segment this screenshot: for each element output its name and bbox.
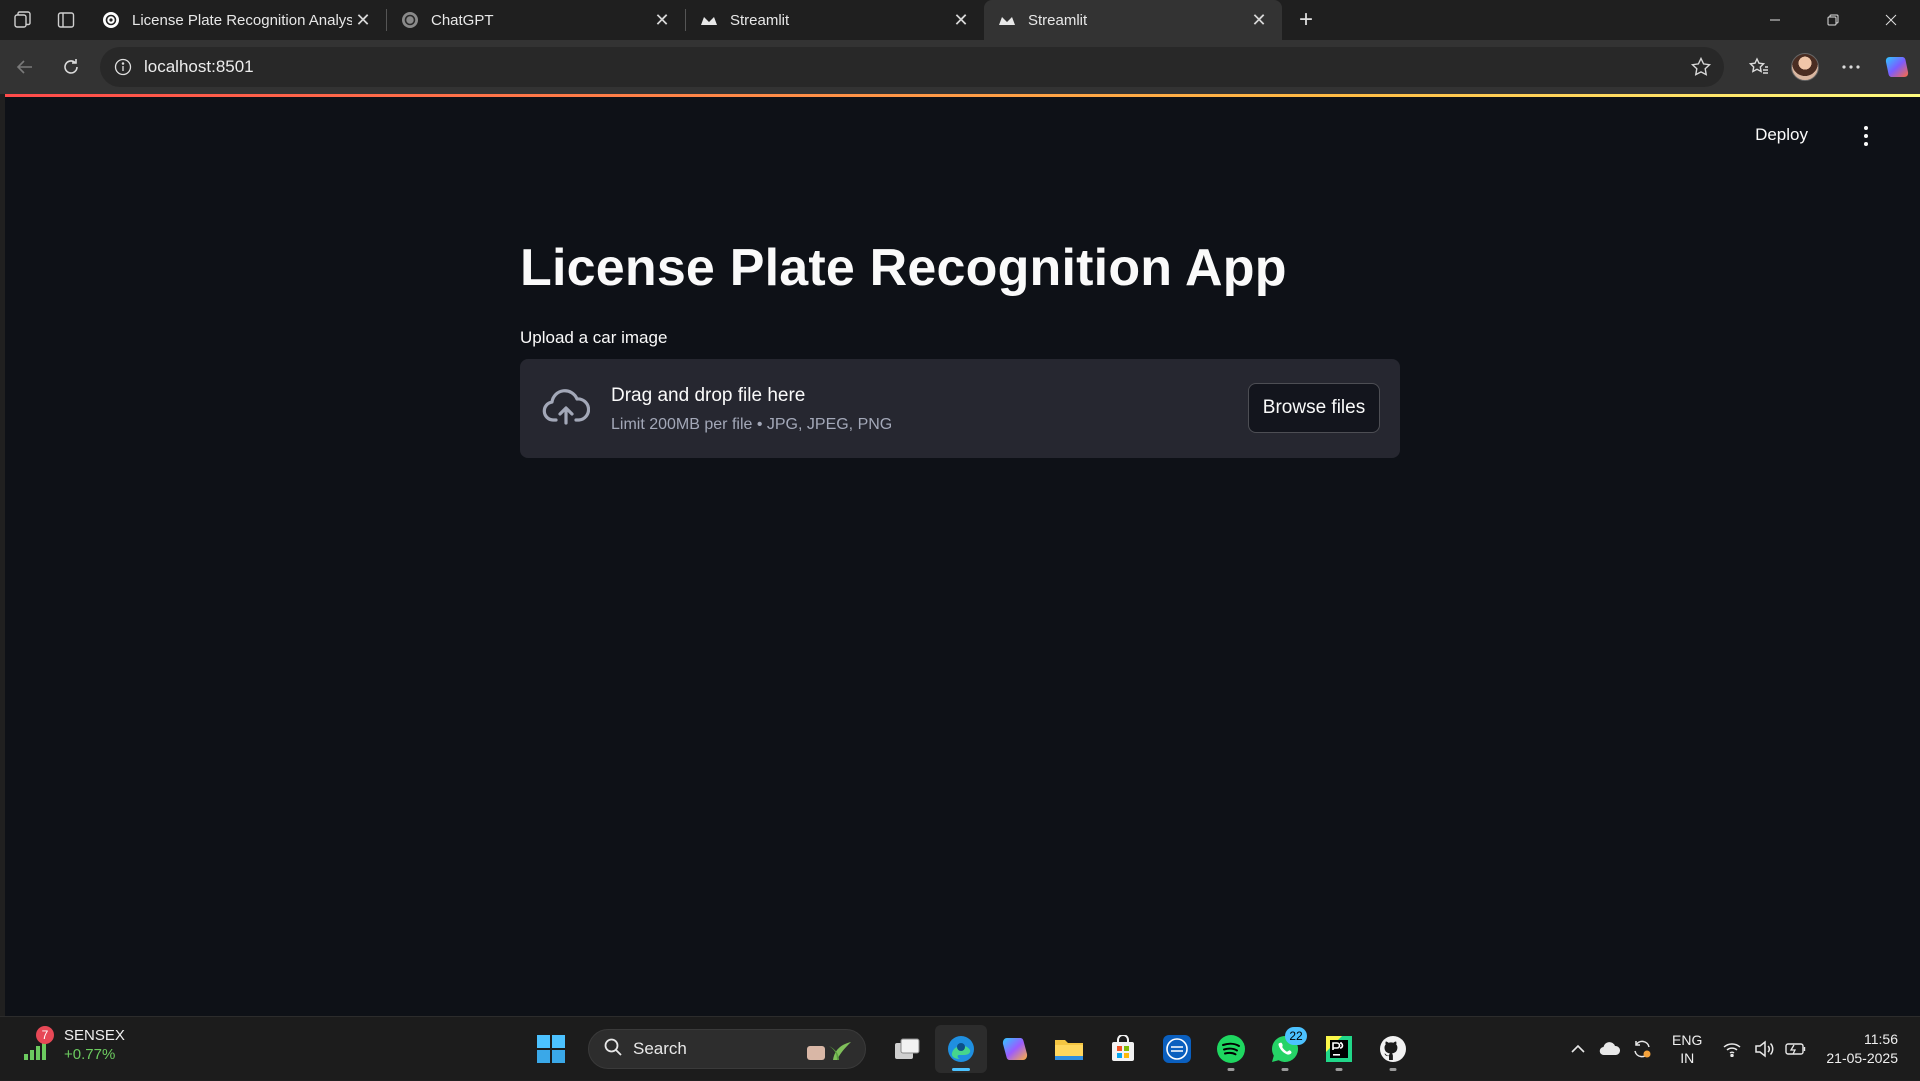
taskbar-apps: Search 22 xyxy=(524,1025,1420,1073)
stock-chart-icon: 7 xyxy=(22,1026,54,1062)
edge-browser-icon[interactable] xyxy=(935,1025,987,1073)
close-tab-icon[interactable]: ✕ xyxy=(352,9,374,31)
browser-navbar: localhost:8501 xyxy=(0,40,1920,94)
refresh-icon[interactable] xyxy=(48,44,94,90)
new-tab-button[interactable]: + xyxy=(1286,0,1326,40)
address-bar[interactable]: localhost:8501 xyxy=(100,47,1724,87)
spotify-icon[interactable] xyxy=(1205,1025,1257,1073)
task-view-icon[interactable] xyxy=(881,1025,933,1073)
main-menu-icon[interactable] xyxy=(1858,124,1874,148)
window-controls xyxy=(1746,0,1920,40)
onedrive-cloud-icon[interactable] xyxy=(1594,1029,1626,1069)
dropzone-instructions: Drag and drop file here xyxy=(611,385,806,406)
region-code: IN xyxy=(1680,1050,1695,1066)
github-desktop-icon[interactable] xyxy=(1367,1025,1419,1073)
more-options-icon[interactable] xyxy=(1828,44,1874,90)
favorites-icon[interactable] xyxy=(1736,44,1782,90)
tab-license-plate-analysis[interactable]: License Plate Recognition Analysis ✕ xyxy=(88,0,386,40)
dell-app-icon[interactable] xyxy=(1151,1025,1203,1073)
close-window-icon[interactable] xyxy=(1862,0,1920,40)
vertical-tabs-icon[interactable] xyxy=(44,0,88,40)
tab-chatgpt[interactable]: ChatGPT ✕ xyxy=(387,0,685,40)
cloud-upload-icon xyxy=(542,389,591,429)
taskbar-search[interactable]: Search xyxy=(588,1029,866,1069)
site-info-icon[interactable] xyxy=(112,56,134,78)
language-indicator[interactable]: ENG IN xyxy=(1672,1031,1702,1067)
streamlit-decoration-bar xyxy=(5,94,1920,97)
language-code: ENG xyxy=(1672,1032,1703,1048)
streamlit-app-page: Deploy License Plate Recognition App Upl… xyxy=(5,94,1920,1016)
clock-date: 21-05-2025 xyxy=(1826,1050,1898,1066)
stock-widget[interactable]: 7 SENSEX +0.77% xyxy=(22,1026,125,1063)
running-indicator xyxy=(1389,1068,1397,1071)
search-placeholder: Search xyxy=(633,1039,687,1058)
chevron-up-icon[interactable] xyxy=(1562,1029,1594,1069)
workspaces-icon[interactable] xyxy=(0,0,44,40)
system-tray: ENG IN 11:56 21-05-2025 xyxy=(1562,1017,1920,1081)
volume-icon[interactable] xyxy=(1748,1029,1780,1069)
favorite-star-icon[interactable] xyxy=(1690,56,1712,83)
sync-icon[interactable] xyxy=(1626,1029,1658,1069)
tab-title: License Plate Recognition Analysis xyxy=(132,11,352,29)
streamlit-icon xyxy=(700,11,718,29)
running-indicator xyxy=(1281,1068,1289,1071)
tab-streamlit[interactable]: Streamlit ✕ xyxy=(686,0,984,40)
clock-time: 11:56 xyxy=(1864,1031,1898,1047)
browser-toolbar-right xyxy=(1736,44,1920,90)
whatsapp-unread-badge: 22 xyxy=(1285,1027,1307,1045)
browse-files-button[interactable]: Browse files xyxy=(1248,383,1380,433)
avatar xyxy=(1791,53,1819,81)
uploader-label: Upload a car image xyxy=(520,328,668,347)
battery-icon[interactable] xyxy=(1780,1029,1812,1069)
browser-titlebar: License Plate Recognition Analysis ✕ Cha… xyxy=(0,0,1920,40)
openai-icon xyxy=(401,11,419,29)
running-indicator xyxy=(952,1068,970,1071)
minimize-icon[interactable] xyxy=(1746,0,1804,40)
whatsapp-icon[interactable]: 22 xyxy=(1259,1025,1311,1073)
close-tab-icon[interactable]: ✕ xyxy=(651,9,673,31)
tab-title: Streamlit xyxy=(1028,11,1088,29)
url-text: localhost:8501 xyxy=(144,57,254,76)
wifi-icon[interactable] xyxy=(1716,1029,1748,1069)
search-highlight-icon xyxy=(803,1038,855,1067)
openai-icon xyxy=(102,11,120,29)
back-icon[interactable] xyxy=(2,44,48,90)
streamlit-icon xyxy=(998,11,1016,29)
file-explorer-icon[interactable] xyxy=(1043,1025,1095,1073)
widget-title: SENSEX xyxy=(64,1027,125,1044)
system-clock[interactable]: 11:56 21-05-2025 xyxy=(1826,1030,1898,1068)
running-indicator xyxy=(1227,1068,1235,1071)
deploy-button[interactable]: Deploy xyxy=(1755,125,1808,145)
file-dropzone[interactable]: Drag and drop file here Limit 200MB per … xyxy=(520,359,1400,458)
tab-title: Streamlit xyxy=(730,11,790,29)
tab-streamlit-active[interactable]: Streamlit ✕ xyxy=(984,0,1282,40)
dropzone-limit-text: Limit 200MB per file • JPG, JPEG, PNG xyxy=(611,416,893,433)
notification-badge: 7 xyxy=(36,1026,54,1044)
copilot-app-icon[interactable] xyxy=(989,1025,1041,1073)
search-icon xyxy=(603,1037,623,1062)
copilot-icon[interactable] xyxy=(1874,44,1920,90)
running-indicator xyxy=(1335,1068,1343,1071)
widget-value: +0.77% xyxy=(64,1046,116,1063)
microsoft-store-icon[interactable] xyxy=(1097,1025,1149,1073)
tab-title: ChatGPT xyxy=(431,11,494,29)
close-tab-icon[interactable]: ✕ xyxy=(950,9,972,31)
start-button[interactable] xyxy=(525,1025,577,1073)
restore-icon[interactable] xyxy=(1804,0,1862,40)
pycharm-icon[interactable] xyxy=(1313,1025,1365,1073)
close-tab-icon[interactable]: ✕ xyxy=(1248,9,1270,31)
windows-taskbar: 7 SENSEX +0.77% Search 22 ENG IN 11:56 2… xyxy=(0,1016,1920,1080)
page-title: License Plate Recognition App xyxy=(520,239,1287,297)
profile-avatar[interactable] xyxy=(1782,44,1828,90)
